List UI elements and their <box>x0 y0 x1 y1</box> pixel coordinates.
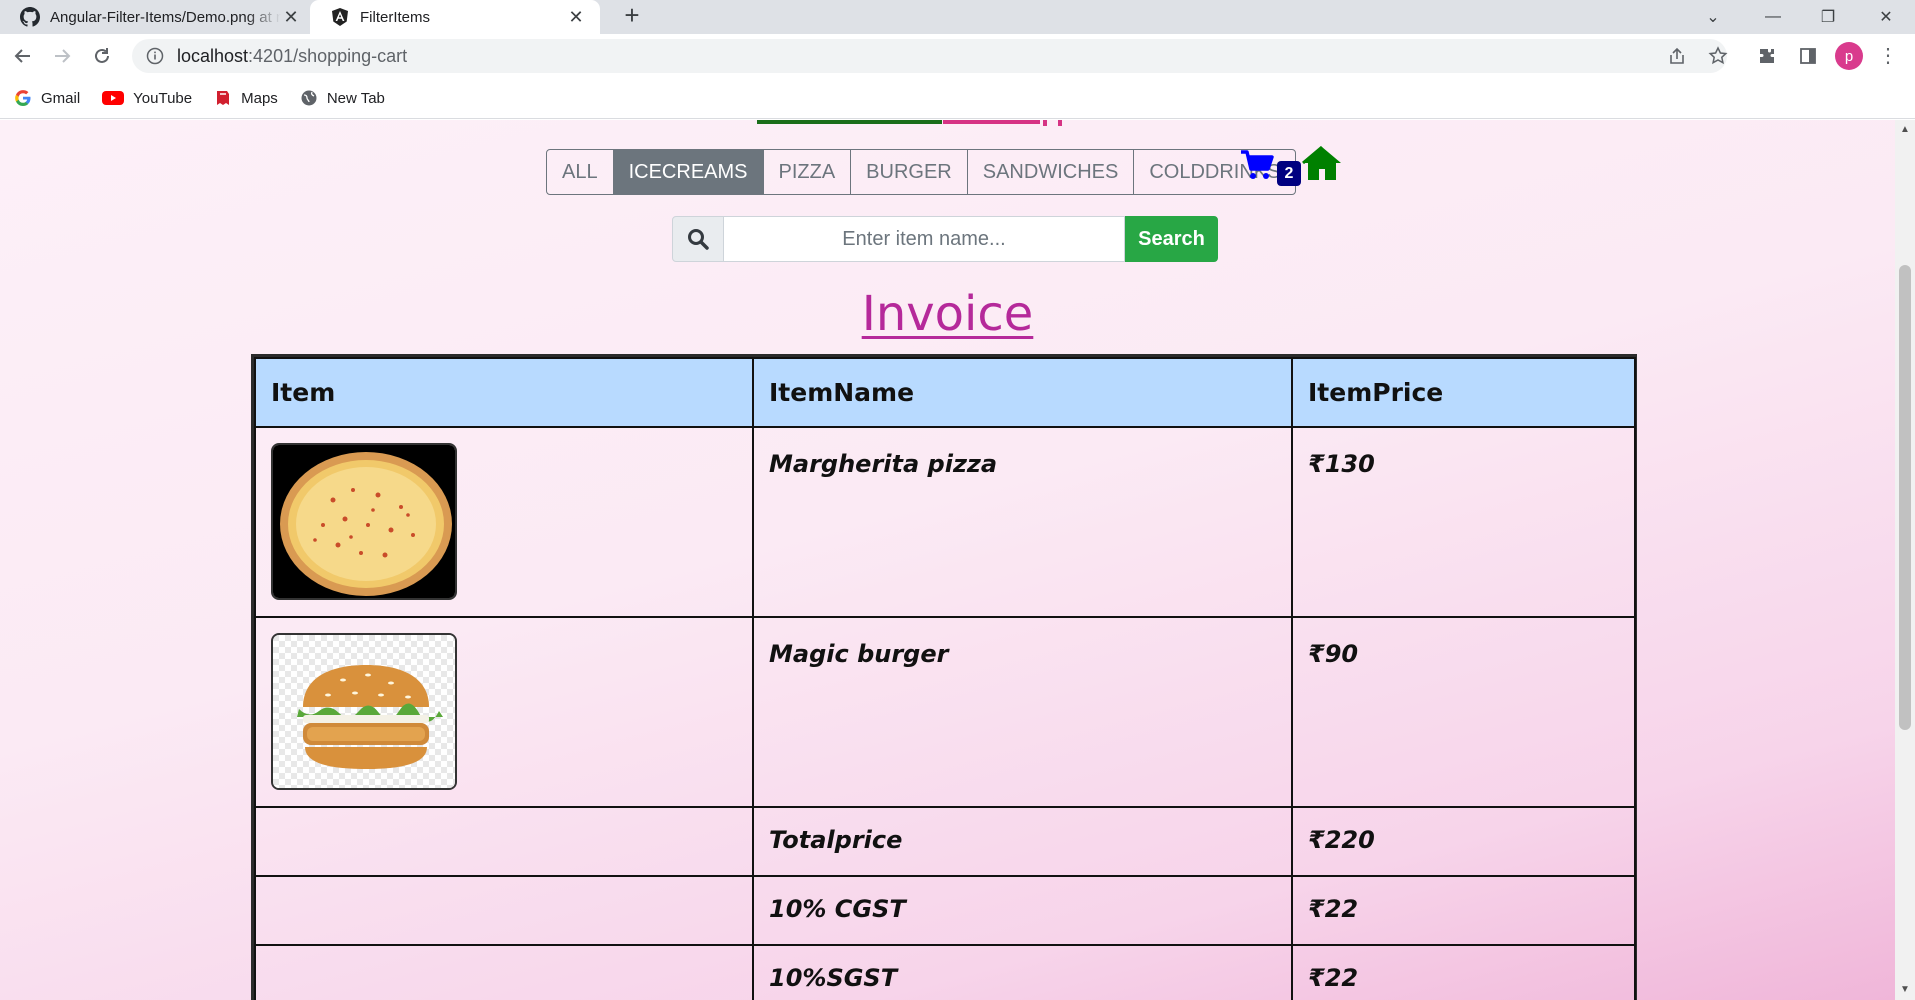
share-icon[interactable] <box>1662 42 1692 70</box>
angular-icon <box>332 8 348 26</box>
cart-icon[interactable] <box>1240 148 1274 182</box>
maps-icon <box>217 91 230 105</box>
filter-pizza-button[interactable]: PIZZA <box>762 149 852 195</box>
address-bar[interactable]: localhost:4201/shopping-cart <box>132 39 1727 73</box>
heading-glyph-fragment <box>1058 120 1062 126</box>
extensions-icon[interactable] <box>1752 42 1782 70</box>
invoice-table: Item ItemName ItemPrice Margherita pizza… <box>251 354 1637 1000</box>
bookmark-gmail[interactable]: Gmail <box>14 89 80 107</box>
heading-underline-pink <box>943 120 1040 124</box>
site-info-icon[interactable] <box>146 47 164 65</box>
table-row: Magic burger ₹90 <box>254 616 1636 808</box>
summary-row-total: Totalprice ₹220 <box>254 806 1636 877</box>
bookmark-label: Gmail <box>41 89 81 107</box>
scroll-down-arrow-icon[interactable]: ▼ <box>1899 984 1911 996</box>
table-header-row: Item ItemName ItemPrice <box>254 357 1636 428</box>
tab-search-chevron-icon[interactable]: ⌄ <box>1685 0 1741 34</box>
search-button[interactable]: Search <box>1125 216 1218 262</box>
summary-row-sgst: 10%SGST ₹22 <box>254 944 1636 1000</box>
bookmark-maps[interactable]: Maps <box>214 89 278 107</box>
item-price-cell: ₹130 <box>1291 426 1636 618</box>
tab-github[interactable]: Angular-Filter-Items/Demo.png at main ✕ <box>0 0 315 34</box>
item-price-cell: ₹90 <box>1291 616 1636 808</box>
close-window-icon[interactable]: ✕ <box>1858 0 1914 34</box>
github-icon <box>20 7 40 27</box>
item-name-cell: Magic burger <box>752 616 1293 808</box>
scroll-up-arrow-icon[interactable]: ▲ <box>1899 124 1911 136</box>
search-bar: Search <box>672 216 1218 262</box>
empty-cell <box>254 806 754 877</box>
column-header-itemname: ItemName <box>752 357 1293 428</box>
summary-label: 10% CGST <box>752 875 1293 946</box>
filter-icecreams-button[interactable]: ICECREAMS <box>612 149 764 195</box>
category-filter-group: ALL ICECREAMS PIZZA BURGER SANDWICHES CO… <box>546 149 1297 195</box>
summary-label: 10%SGST <box>752 944 1293 1000</box>
empty-cell <box>254 944 754 1000</box>
summary-value: ₹22 <box>1291 944 1636 1000</box>
google-icon <box>15 90 31 106</box>
scrollbar-thumb[interactable] <box>1899 265 1911 730</box>
side-panel-icon[interactable] <box>1793 42 1823 70</box>
filter-sandwiches-button[interactable]: SANDWICHES <box>966 149 1135 195</box>
browser-menu-icon[interactable]: ⋮ <box>1878 44 1898 68</box>
search-input[interactable] <box>724 216 1125 262</box>
bookmark-label: YouTube <box>133 89 193 107</box>
summary-label: Totalprice <box>752 806 1293 877</box>
restore-icon[interactable]: ❐ <box>1800 0 1856 34</box>
globe-icon <box>301 90 317 106</box>
column-header-item: Item <box>254 357 754 428</box>
home-icon[interactable] <box>1301 144 1343 182</box>
empty-cell <box>254 875 754 946</box>
item-name-cell: Margherita pizza <box>752 426 1293 618</box>
bookmark-star-icon[interactable] <box>1703 42 1733 70</box>
new-tab-button[interactable]: + <box>618 1 646 29</box>
item-image-cell <box>254 426 754 618</box>
search-addon <box>672 216 724 262</box>
youtube-icon <box>102 91 125 105</box>
cart-count-badge: 2 <box>1277 161 1301 186</box>
page-viewport: ALL ICECREAMS PIZZA BURGER SANDWICHES CO… <box>0 120 1895 1000</box>
summary-value: ₹22 <box>1291 875 1636 946</box>
invoice-title: Invoice <box>861 286 1034 342</box>
summary-row-cgst: 10% CGST ₹22 <box>254 875 1636 946</box>
table-row: Margherita pizza ₹130 <box>254 426 1636 618</box>
burger-image <box>271 633 457 790</box>
item-image-cell <box>254 616 754 808</box>
forward-arrow-icon[interactable] <box>47 42 77 70</box>
url-host: localhost <box>177 45 249 66</box>
tab-title: FilterItems <box>360 8 431 26</box>
minimize-icon[interactable]: — <box>1745 0 1801 34</box>
heading-glyph-fragment <box>1043 120 1047 126</box>
close-tab-icon[interactable]: ✕ <box>566 7 586 27</box>
reload-icon[interactable] <box>87 42 117 70</box>
summary-value: ₹220 <box>1291 806 1636 877</box>
search-icon <box>688 229 709 250</box>
pizza-image <box>271 443 457 600</box>
filter-burger-button[interactable]: BURGER <box>850 149 968 195</box>
column-header-itemprice: ItemPrice <box>1291 357 1636 428</box>
bookmark-youtube[interactable]: YouTube <box>102 89 192 107</box>
tab-strip: Angular-Filter-Items/Demo.png at main ✕ … <box>0 0 1915 34</box>
profile-avatar[interactable]: p <box>1835 42 1863 70</box>
tab-filteritems[interactable]: FilterItems ✕ <box>310 0 600 34</box>
browser-toolbar: localhost:4201/shopping-cart <box>0 34 1915 78</box>
tab-title: Angular-Filter-Items/Demo.png at main <box>50 8 281 26</box>
heading-underline-green <box>757 120 942 124</box>
bookmark-label: Maps <box>241 89 278 107</box>
url-path: :4201/shopping-cart <box>248 45 408 66</box>
close-tab-icon[interactable]: ✕ <box>281 7 301 27</box>
bookmark-label: New Tab <box>326 89 385 107</box>
filter-all-button[interactable]: ALL <box>546 149 614 195</box>
bookmark-new-tab[interactable]: New Tab <box>300 89 385 107</box>
back-arrow-icon[interactable] <box>8 42 38 70</box>
bookmarks-bar: Gmail YouTube Maps New Tab <box>0 78 1915 119</box>
